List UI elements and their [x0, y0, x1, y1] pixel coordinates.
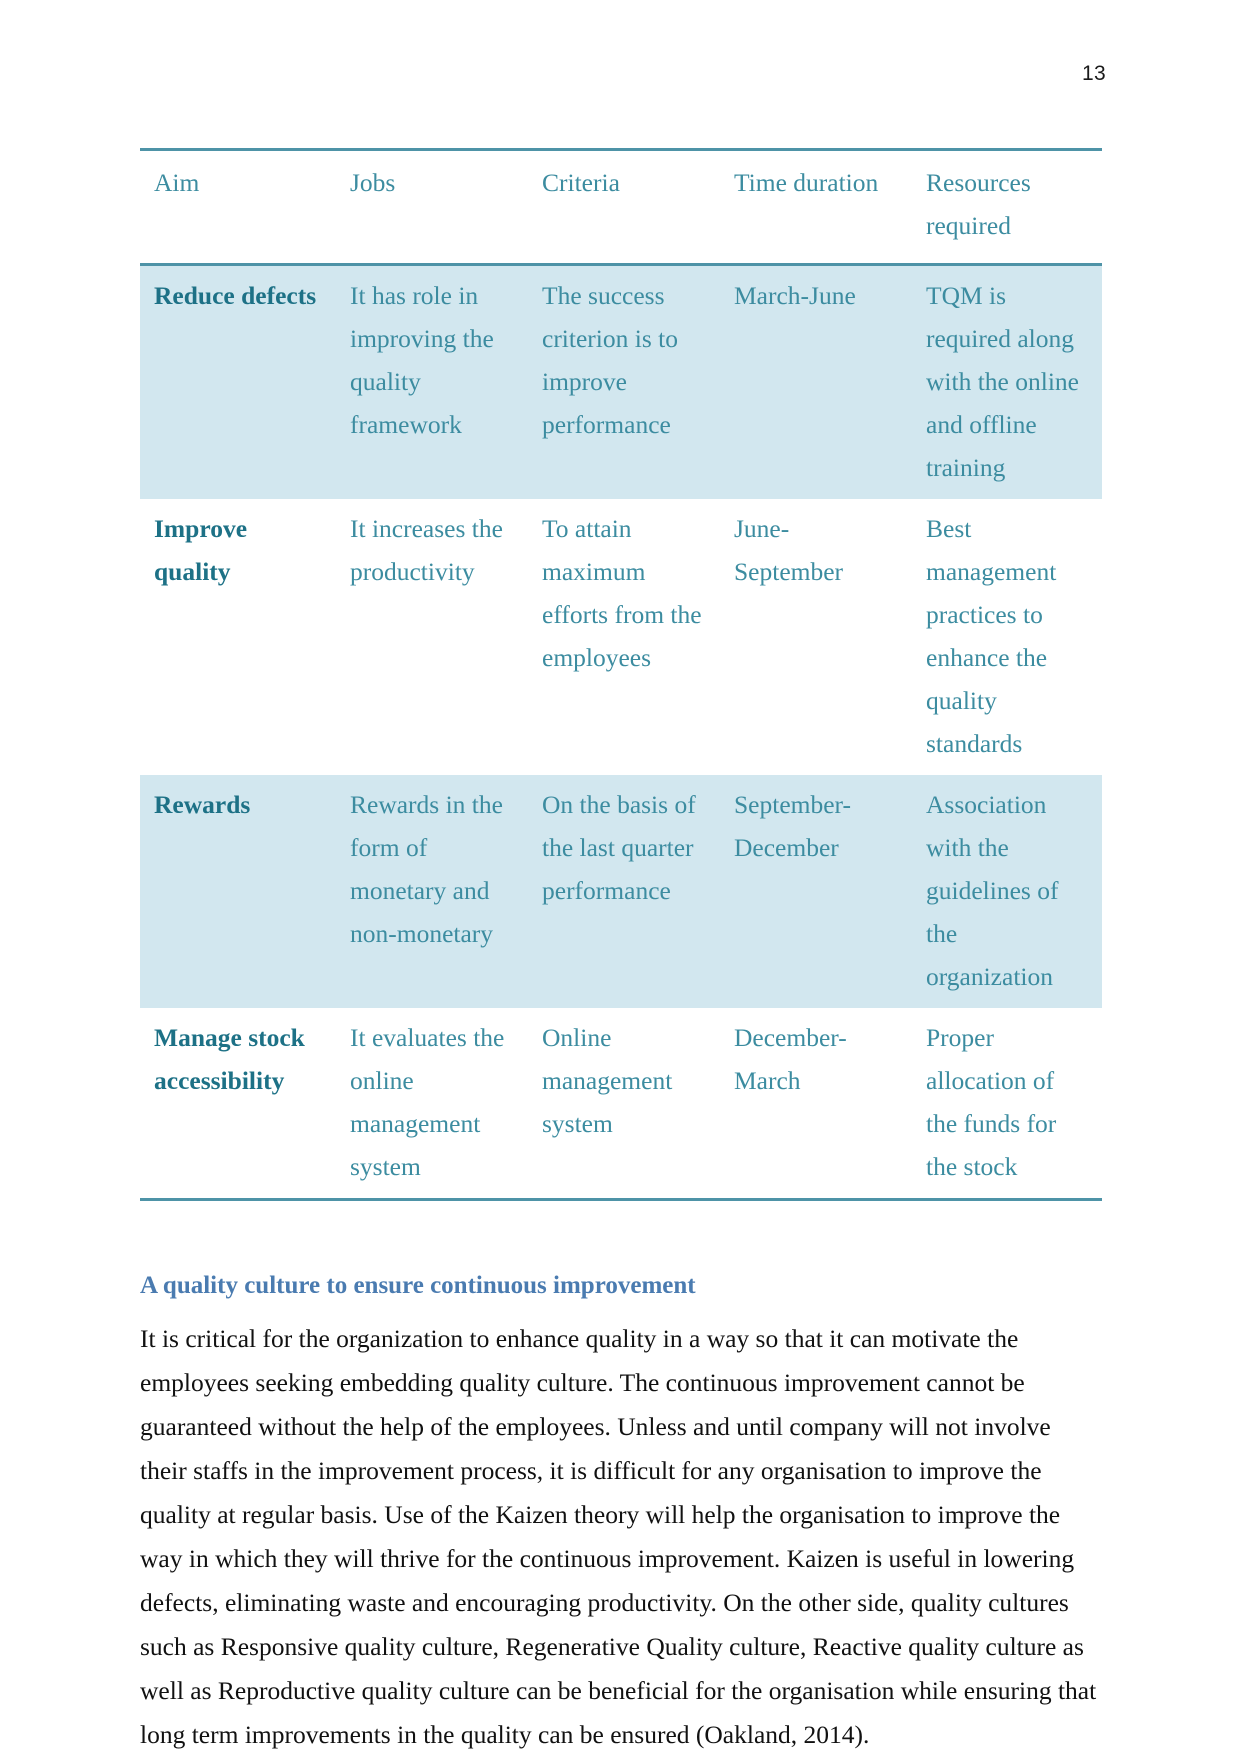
section-heading: A quality culture to ensure continuous i… [140, 1272, 696, 1299]
cell-criteria: To attain maximum efforts from the emplo… [542, 514, 702, 672]
cell-criteria: Online management system [542, 1023, 673, 1138]
page-content: Aim Jobs Criteria Time duration Resource… [140, 148, 1102, 1757]
cell-aim: Rewards [154, 790, 251, 819]
cell-time-duration: June-September [734, 514, 844, 586]
cell-time-duration: December-March [734, 1023, 847, 1095]
cell-jobs: It has role in improving the quality fra… [350, 281, 494, 439]
cell-criteria: The success criterion is to improve perf… [542, 281, 678, 439]
cell-jobs: Rewards in the form of monetary and non-… [350, 790, 503, 948]
cell-resources: Best management practices to enhance the… [926, 514, 1057, 758]
document-page: 13 Aim Jobs Criteria Time duration Resou… [0, 0, 1241, 1754]
page-number: 13 [1082, 62, 1106, 85]
cell-aim: Reduce defects [154, 281, 317, 310]
table-header: Aim Jobs Criteria Time duration Resource… [140, 149, 1102, 265]
table-header-row: Aim Jobs Criteria Time duration Resource… [140, 149, 1102, 265]
cell-resources: TQM is required along with the online an… [926, 281, 1079, 482]
cell-resources: Proper allocation of the funds for the s… [926, 1023, 1057, 1181]
cell-time-duration: March-June [734, 281, 856, 310]
column-header-jobs: Jobs [350, 168, 396, 197]
column-header-resources-required: Resources required [926, 168, 1031, 240]
cell-criteria: On the basis of the last quarter perform… [542, 790, 696, 905]
table-row: Reduce defects It has role in improving … [140, 264, 1102, 499]
table-body: Reduce defects It has role in improving … [140, 264, 1102, 1200]
table-row: Improve quality It increases the product… [140, 499, 1102, 775]
cell-resources: Association with the guidelines of the o… [926, 790, 1059, 991]
cell-aim: Improve quality [154, 514, 248, 586]
column-header-time-duration: Time duration [734, 168, 879, 197]
column-header-criteria: Criteria [542, 168, 620, 197]
quality-improvement-plan-table: Aim Jobs Criteria Time duration Resource… [140, 148, 1102, 1201]
cell-aim: Manage stock accessibility [154, 1023, 305, 1095]
cell-jobs: It increases the productivity [350, 514, 503, 586]
cell-jobs: It evaluates the online management syste… [350, 1023, 505, 1181]
table-row: Rewards Rewards in the form of monetary … [140, 775, 1102, 1008]
section-paragraph: It is critical for the organization to e… [140, 1324, 1097, 1749]
table-row: Manage stock accessibility It evaluates … [140, 1008, 1102, 1200]
column-header-aim: Aim [154, 168, 200, 197]
cell-time-duration: September-December [734, 790, 852, 862]
